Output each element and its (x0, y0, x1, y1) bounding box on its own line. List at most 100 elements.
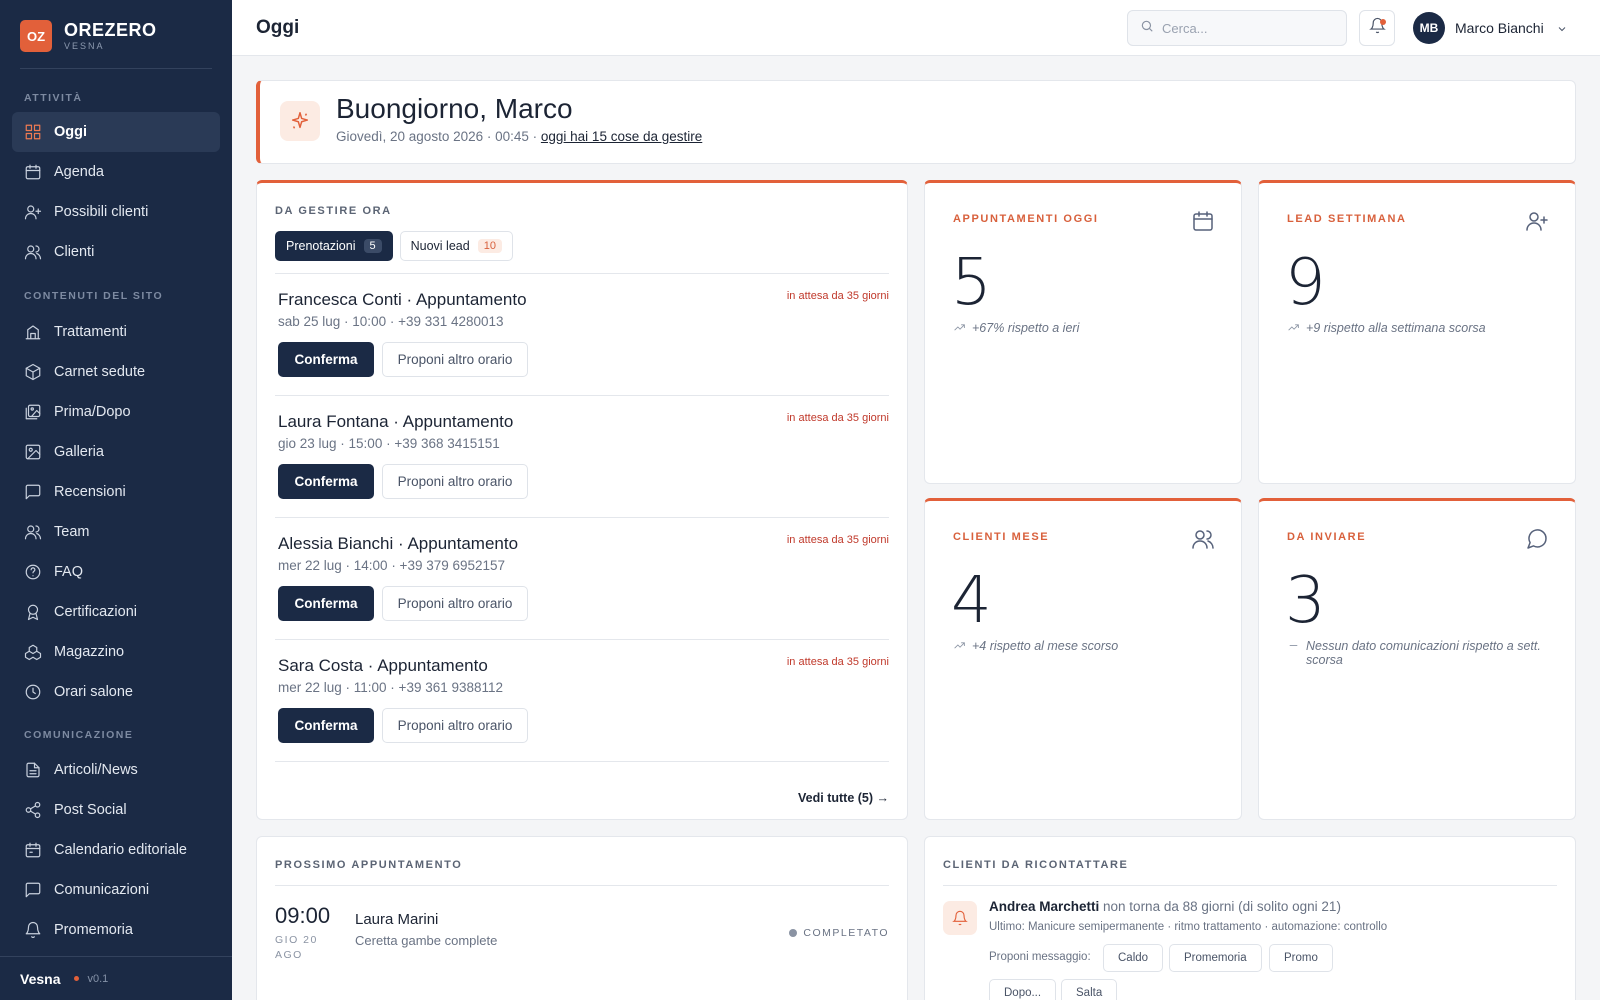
waiting-badge: in attesa da 35 giorni (786, 656, 889, 668)
tab-nuovi-lead[interactable]: Nuovi lead 10 (399, 231, 513, 261)
card-title: DA GESTIRE ORA (275, 205, 392, 217)
booking-detail: mer 22 lug · 14:00 · +39 379 6952157 (278, 558, 506, 573)
status-label: COMPLETATO (803, 927, 889, 939)
sidebar-item-label: Possibili clienti (54, 204, 149, 220)
sidebar-item-label: Trattamenti (54, 324, 127, 340)
sidebar-item-label: Oggi (54, 124, 88, 140)
sidebar-item-articoli-news[interactable]: Articoli/News (12, 750, 220, 790)
sidebar-item-galleria[interactable]: Galleria (12, 432, 220, 472)
appointment-client[interactable]: Laura Marini (355, 911, 438, 928)
chat-icon (24, 881, 42, 899)
divider (20, 68, 212, 69)
team-icon (24, 523, 42, 541)
message-chip-salta[interactable]: Salta (1061, 979, 1118, 1000)
sidebar-item-agenda[interactable]: Agenda (12, 152, 220, 192)
calendar-edit-icon (24, 841, 42, 859)
footer-app-name: Vesna (20, 970, 61, 987)
users-icon (24, 243, 42, 261)
stat-trend: Nessun dato comunicazioni rispetto a set… (1287, 639, 1547, 667)
search-input[interactable] (1162, 20, 1332, 36)
bell-ring-icon (24, 921, 42, 939)
tab-label: Prenotazioni (286, 239, 356, 253)
recontact-card: CLIENTI DA RICONTATTARE Andrea Marchetti… (924, 836, 1576, 1000)
booking-title: Francesca Conti · Appuntamento (278, 290, 527, 309)
confirm-button[interactable]: Conferma (278, 586, 374, 621)
message-chip-dopo[interactable]: Dopo... (989, 979, 1057, 1000)
booking-item: Laura Fontana · Appuntamento gio 23 lug … (275, 396, 889, 518)
waiting-badge: in attesa da 35 giorni (786, 290, 889, 302)
appointment-date: GIO 20 AGO (275, 934, 318, 961)
nav-section-title: COMUNICAZIONE (24, 729, 134, 741)
package-icon (24, 363, 42, 381)
brand-name: OREZERO (64, 20, 157, 40)
sidebar-item-label: Orari salone (54, 684, 133, 700)
stat-trend-text: +9 rispetto alla settimana scorsa (1306, 321, 1486, 335)
sidebar-item-possibili-clienti[interactable]: Possibili clienti (12, 192, 220, 232)
card-title: CLIENTI DA RICONTATTARE (943, 859, 1129, 871)
sidebar-item-carnet-sedute[interactable]: Carnet sedute (12, 352, 220, 392)
sidebar-item-certificazioni[interactable]: Certificazioni (12, 592, 220, 632)
see-all-link[interactable]: Vedi tutte (5) → (798, 791, 889, 805)
brand[interactable]: OZ OREZERO VESNA (20, 20, 157, 52)
booking-title: Sara Costa · Appuntamento (278, 656, 488, 675)
stat-label: LEAD SETTIMANA (1287, 213, 1407, 225)
stat-card-clienti: CLIENTI MESE 4 +4 rispetto al mese scors… (924, 498, 1242, 820)
tab-prenotazioni[interactable]: Prenotazioni 5 (275, 231, 393, 261)
confirm-button[interactable]: Conferma (278, 708, 374, 743)
booking-detail: sab 25 lug · 10:00 · +39 331 4280013 (278, 314, 504, 329)
chevron-down-icon (1556, 22, 1568, 34)
propose-time-button[interactable]: Proponi altro orario (382, 586, 528, 621)
propose-time-button[interactable]: Proponi altro orario (382, 342, 528, 377)
sidebar-item-trattamenti[interactable]: Trattamenti (12, 312, 220, 352)
sidebar-item-promemoria[interactable]: Promemoria (12, 910, 220, 950)
building-icon (24, 323, 42, 341)
sidebar-item-post-social[interactable]: Post Social (12, 790, 220, 830)
sidebar-item-faq[interactable]: FAQ (12, 552, 220, 592)
sidebar-item-label: Prima/Dopo (54, 404, 131, 420)
sidebar-item-label: Comunicazioni (54, 882, 150, 898)
message-chip-promemoria[interactable]: Promemoria (1169, 944, 1262, 972)
notification-dot (1380, 19, 1386, 25)
message-chip-promo[interactable]: Promo (1269, 944, 1333, 972)
trend-up-icon (953, 321, 967, 337)
sidebar-item-team[interactable]: Team (12, 512, 220, 552)
confirm-button[interactable]: Conferma (278, 464, 374, 499)
booking-item: Sara Costa · Appuntamento mer 22 lug · 1… (275, 640, 889, 762)
sidebar-item-comunicazioni[interactable]: Comunicazioni (12, 870, 220, 910)
stat-trend: +67% rispetto a ieri (953, 321, 1213, 337)
stat-trend: +9 rispetto alla settimana scorsa (1287, 321, 1547, 337)
confirm-button[interactable]: Conferma (278, 342, 374, 377)
status-badge: COMPLETATO (789, 927, 889, 939)
sidebar-item-clienti[interactable]: Clienti (12, 232, 220, 272)
sidebar-item-oggi[interactable]: Oggi (12, 112, 220, 152)
sparkle-icon (280, 101, 320, 141)
sidebar-item-orari-salone[interactable]: Orari salone (12, 672, 220, 712)
tab-count-badge: 5 (363, 239, 382, 253)
propose-time-button[interactable]: Proponi altro orario (382, 464, 528, 499)
sidebar-item-calendario-editoriale[interactable]: Calendario editoriale (12, 830, 220, 870)
divider (943, 885, 1557, 886)
trend-up-icon (1287, 321, 1301, 337)
tasks-link[interactable]: oggi hai 15 cose da gestire (541, 129, 702, 144)
recontact-last-visit: Ultimo: Manicure semipermanente · ritmo … (989, 921, 1388, 933)
sidebar-item-prima-dopo[interactable]: Prima/Dopo (12, 392, 220, 432)
nav-section-title: CONTENUTI DEL SITO (24, 290, 164, 302)
greeting-title: Buongiorno, Marco (336, 93, 573, 124)
search-box[interactable] (1127, 10, 1347, 46)
sidebar-item-label: Team (54, 524, 90, 540)
award-icon (24, 603, 42, 621)
file-text-icon (24, 761, 42, 779)
appointment-time: 09:00 (275, 903, 331, 928)
sidebar-item-magazzino[interactable]: Magazzino (12, 632, 220, 672)
recontact-client-name[interactable]: Andrea Marchetti (989, 899, 1099, 914)
message-chip-caldo[interactable]: Caldo (1103, 944, 1164, 972)
notifications-button[interactable] (1359, 10, 1395, 46)
page-title: Oggi (256, 17, 300, 38)
sidebar: OZ OREZERO VESNA ATTIVITÀ Oggi Agenda Po… (0, 0, 232, 1000)
stat-trend-text: +4 rispetto al mese scorso (972, 639, 1119, 653)
recontact-summary-text: non torna da 88 giorni (di solito ogni 2… (1099, 899, 1341, 914)
avatar: MB (1413, 12, 1445, 44)
propose-time-button[interactable]: Proponi altro orario (382, 708, 528, 743)
sidebar-item-recensioni[interactable]: Recensioni (12, 472, 220, 512)
user-menu[interactable]: MB Marco Bianchi (1413, 12, 1568, 44)
